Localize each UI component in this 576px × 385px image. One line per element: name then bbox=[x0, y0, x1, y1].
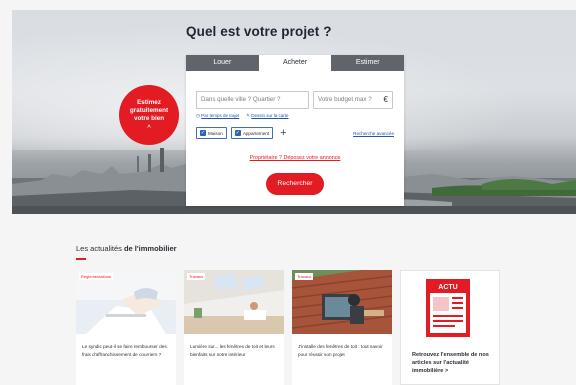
news-document-illustration: ACTU bbox=[426, 279, 470, 337]
article-text: J'installe des fenêtres de toit : tout s… bbox=[298, 344, 383, 357]
search-inputs-row: Dans quelle ville ? Quartier ? Votre bud… bbox=[196, 91, 393, 109]
project-tabs: Louer Acheter Estimer bbox=[186, 55, 405, 71]
hero-title: Quel est votre projet ? bbox=[186, 24, 332, 39]
article-tag: Réglementations bbox=[79, 273, 114, 280]
chip-appartement[interactable]: ✓ Appartement bbox=[230, 127, 274, 139]
search-options-links: ◷ Par temps de trajet ✎ Dessin sur la ca… bbox=[196, 113, 289, 119]
actu-label: ACTU bbox=[438, 284, 457, 291]
article-card[interactable]: Réglementations Le syndic peut-il se fai… bbox=[76, 270, 176, 385]
estimate-free-badge[interactable]: Estimez gratuitement votre bien ^ bbox=[119, 85, 179, 145]
owner-post-ad-link[interactable]: Propriétaire ? Déposez votre annonce bbox=[186, 155, 404, 161]
chip-maison[interactable]: ✓ Maison bbox=[196, 127, 227, 139]
budget-placeholder: Votre budget max ? bbox=[318, 96, 372, 103]
chip-maison-label: Maison bbox=[208, 130, 223, 136]
chevron-right-icon: > bbox=[444, 368, 449, 374]
article-image-paperwork: Réglementations bbox=[76, 270, 176, 334]
article-text: Le syndic peut-il se faire rembourser de… bbox=[82, 344, 167, 357]
city-input[interactable]: Dans quelle ville ? Quartier ? bbox=[196, 91, 309, 109]
search-card: Louer Acheter Estimer Dans quelle ville … bbox=[186, 55, 405, 206]
page: Estimez gratuitement votre bien ^ Quel e… bbox=[0, 0, 576, 385]
article-card[interactable]: Travaux J'installe des fenêtres de toit … bbox=[292, 270, 392, 385]
news-title-bold: de l'immobilier bbox=[123, 244, 177, 253]
chevron-up-icon: ^ bbox=[147, 124, 151, 131]
search-button[interactable]: Rechercher bbox=[266, 173, 324, 195]
advanced-search-link[interactable]: Recherche avancée bbox=[353, 131, 394, 136]
article-tag: Travaux bbox=[187, 273, 206, 280]
badge-line3: votre bien bbox=[133, 114, 165, 122]
euro-icon: € bbox=[383, 95, 388, 104]
property-type-chips: ✓ Maison ✓ Appartement + bbox=[196, 127, 287, 139]
article-image-skylight-room: Travaux bbox=[184, 270, 284, 334]
all-articles-card[interactable]: ACTU Retrouvez l'ensemble de nos article… bbox=[400, 270, 500, 385]
all-articles-text: Retrouvez l'ensemble de nos articles sur… bbox=[412, 351, 496, 375]
article-card[interactable]: Travaux Lumière sur... les fenêtres de t… bbox=[184, 270, 284, 385]
tab-louer[interactable]: Louer bbox=[186, 55, 259, 71]
badge-line1: Estimez bbox=[137, 98, 161, 106]
draw-map-label: Dessin sur la carte bbox=[251, 113, 289, 118]
title-underline bbox=[76, 258, 86, 260]
news-title-regular: Les actualités bbox=[76, 244, 124, 253]
article-image-roof-worker: Travaux bbox=[292, 270, 392, 334]
travel-time-link[interactable]: ◷ Par temps de trajet bbox=[196, 113, 239, 119]
news-section-title: Les actualités de l'immobilier bbox=[76, 244, 177, 253]
add-type-plus-icon[interactable]: + bbox=[280, 127, 286, 139]
badge-line2: gratuitement bbox=[129, 106, 169, 114]
article-text: Lumière sur... les fenêtres de toit et l… bbox=[190, 344, 275, 357]
travel-time-label: Par temps de trajet bbox=[201, 113, 240, 118]
tab-estimer[interactable]: Estimer bbox=[331, 55, 405, 71]
article-tag: Travaux bbox=[295, 273, 314, 280]
budget-input[interactable]: Votre budget max ? € bbox=[313, 91, 393, 109]
checkbox-checked-icon: ✓ bbox=[200, 130, 206, 136]
all-articles-label: Retrouvez l'ensemble de nos articles sur… bbox=[412, 352, 489, 374]
tab-acheter[interactable]: Acheter bbox=[258, 55, 332, 71]
checkbox-checked-icon: ✓ bbox=[234, 130, 241, 136]
draw-map-link[interactable]: ✎ Dessin sur la carte bbox=[246, 113, 288, 119]
chip-appartement-label: Appartement bbox=[242, 130, 270, 136]
